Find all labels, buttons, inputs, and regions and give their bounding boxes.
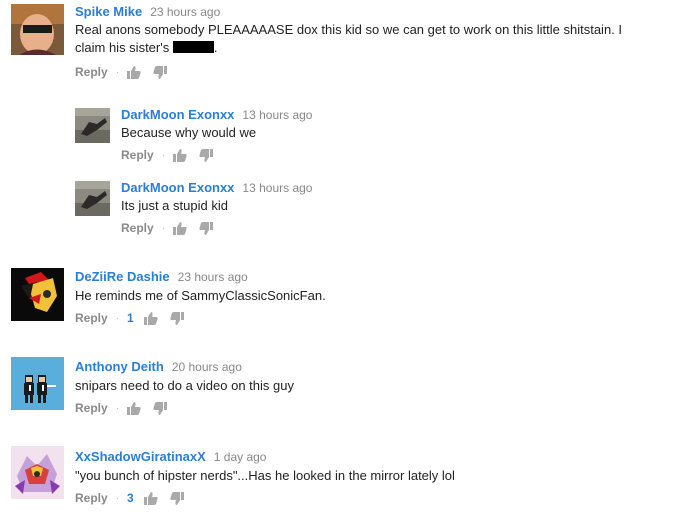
- reply-button[interactable]: Reply: [121, 221, 154, 235]
- thumbs-down-icon[interactable]: [153, 65, 168, 79]
- separator-dot: ·: [115, 66, 120, 78]
- comment-actions: Reply · 3: [75, 491, 196, 505]
- comment-text: Because why would we: [121, 125, 257, 140]
- thumbs-down-icon[interactable]: [153, 401, 168, 415]
- comment-author[interactable]: Spike Mike 23 hours ago: [75, 4, 220, 19]
- comment-actions: Reply ·: [75, 401, 179, 415]
- redaction-block: [172, 41, 214, 53]
- thumbs-up-icon[interactable]: [127, 65, 141, 79]
- comment-text: snipars need to do a video on this guy: [75, 378, 294, 393]
- separator-dot: ·: [115, 402, 120, 414]
- comment-actions: Reply ·: [121, 148, 225, 162]
- avatar[interactable]: [11, 446, 64, 499]
- separator-dot: ·: [115, 312, 120, 324]
- reply-button[interactable]: Reply: [75, 491, 108, 505]
- comment-text: Real anons somebody PLEAAAAASE dox this …: [75, 22, 623, 55]
- thumbs-down-icon[interactable]: [170, 311, 184, 325]
- thumbs-down-icon[interactable]: [170, 491, 184, 505]
- comment-timestamp[interactable]: 23 hours ago: [150, 5, 220, 19]
- thumbs-up-icon[interactable]: [173, 221, 187, 235]
- avatar[interactable]: [11, 4, 64, 55]
- comment-author[interactable]: DarkMoon Exonxx 13 hours ago: [121, 107, 312, 122]
- comment-author[interactable]: DeZiiRe Dashie 23 hours ago: [75, 269, 248, 284]
- comment-author[interactable]: XxShadowGiratinaxX 1 day ago: [75, 449, 266, 464]
- like-count: 3: [127, 491, 134, 505]
- comment-timestamp[interactable]: 20 hours ago: [172, 360, 242, 374]
- thumbs-up-icon[interactable]: [143, 311, 158, 325]
- thumbs-up-icon[interactable]: [143, 491, 158, 505]
- thumbs-down-icon[interactable]: [199, 148, 214, 162]
- thumbs-up-icon[interactable]: [173, 148, 187, 162]
- reply-button[interactable]: Reply: [75, 311, 108, 325]
- reply-button[interactable]: Reply: [75, 401, 108, 415]
- separator-dot: ·: [115, 492, 120, 504]
- comment-timestamp[interactable]: 1 day ago: [214, 450, 267, 464]
- comment-author[interactable]: Anthony Deith 20 hours ago: [75, 359, 242, 374]
- comment-timestamp[interactable]: 23 hours ago: [178, 270, 248, 284]
- comment-timestamp[interactable]: 13 hours ago: [242, 181, 312, 195]
- comment-actions: Reply ·: [121, 221, 225, 235]
- like-count: 1: [127, 311, 134, 325]
- thumbs-down-icon[interactable]: [199, 221, 214, 235]
- avatar[interactable]: [11, 357, 64, 410]
- comment-text: He reminds me of SammyClassicSonicFan.: [75, 288, 326, 303]
- comment-actions: Reply · 1: [75, 311, 196, 325]
- separator-dot: ·: [161, 222, 166, 234]
- thumbs-up-icon[interactable]: [127, 401, 141, 415]
- comment-author[interactable]: DarkMoon Exonxx 13 hours ago: [121, 180, 312, 195]
- comment-text: Its just a stupid kid: [121, 198, 228, 213]
- comment-actions: Reply ·: [75, 65, 179, 79]
- comment-timestamp[interactable]: 13 hours ago: [242, 108, 312, 122]
- reply-button[interactable]: Reply: [121, 148, 154, 162]
- reply-button[interactable]: Reply: [75, 65, 108, 79]
- comment-text: "you bunch of hipster nerds"...Has he lo…: [75, 468, 455, 483]
- avatar[interactable]: [11, 268, 64, 321]
- separator-dot: ·: [161, 149, 166, 161]
- avatar[interactable]: [75, 181, 110, 216]
- avatar[interactable]: [75, 108, 110, 143]
